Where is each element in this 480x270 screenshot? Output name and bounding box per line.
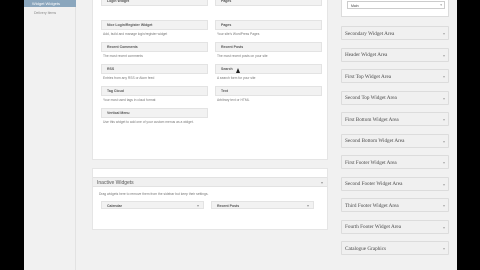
widget-area-title: First Footer Widget Area	[345, 159, 397, 166]
widget-area-title: Third Footer Widget Area	[345, 202, 399, 209]
widget-areas-column: Main ▾ Secondary Widget Area ▾ Header Widg…	[341, 0, 449, 270]
triangle-down-icon[interactable]: ▾	[443, 53, 445, 58]
available-widgets-panel: Login Widget Pages Nice Login/Register Wid…	[92, 0, 328, 160]
widget-area-title: Fourth Footer Widget Area	[345, 224, 402, 230]
widget-area-title: Catalogue Graphics	[345, 245, 387, 252]
widget-area[interactable]: Second Top Widget Area ▾	[341, 90, 449, 105]
wordpress-widgets-screen: Widget Widgets Delivery Items Login Widg…	[24, 0, 457, 270]
triangle-down-icon[interactable]: ▾	[443, 203, 445, 208]
widget-area[interactable]: Second Bottom Widget Area ▾	[341, 133, 449, 148]
widget-area-title: Second Top Widget Area	[345, 95, 397, 101]
available-widget[interactable]: Text	[215, 86, 322, 96]
widget-description: Add, build and manage login/register wid…	[103, 32, 168, 36]
mouse-pointer-icon	[236, 68, 240, 73]
widget-title: RSS	[107, 67, 115, 71]
widget-title: Login Widget	[107, 0, 130, 3]
widget-description: The most recent posts on your site	[217, 54, 268, 58]
triangle-down-icon[interactable]: ▾	[443, 160, 445, 165]
inactive-widget-calendar[interactable]: Calendar ▾	[101, 201, 204, 209]
inactive-widget-recent-posts[interactable]: Recent Posts ▾	[211, 201, 314, 209]
widget-description: The most recent comments	[103, 54, 143, 58]
inactive-widgets-description: Drag widgets here to remove them from th…	[99, 192, 209, 196]
available-widget[interactable]: Search	[215, 64, 322, 74]
widget-area[interactable]: First Top Widget Area ▾	[341, 69, 449, 83]
inactive-widgets-header[interactable]: Inactive Widgets ▾	[93, 177, 327, 187]
widget-area[interactable]: First Bottom Widget Area ▾	[341, 112, 449, 126]
widget-title: Text	[221, 89, 228, 93]
widget-area[interactable]: Third Footer Widget Area ▾	[341, 198, 449, 212]
triangle-down-icon[interactable]: ▾	[443, 246, 445, 251]
admin-menu-current-item[interactable]: Widget Widgets	[24, 0, 76, 7]
menu-select-value: Main	[351, 3, 359, 8]
triangle-down-icon[interactable]: ▾	[443, 117, 445, 122]
inactive-widgets-panel: Inactive Widgets ▾ Drag widgets here to …	[92, 168, 328, 230]
widget-area-title: Second Footer Widget Area	[345, 181, 403, 187]
widget-title: Search	[221, 67, 233, 71]
widget-area[interactable]: Fourth Footer Widget Area ▾	[341, 219, 449, 234]
triangle-down-icon[interactable]: ▾	[197, 203, 199, 208]
menu-widget-box: Main ▾	[341, 0, 449, 17]
available-widget[interactable]: Nice Login/Register Widget	[101, 20, 208, 30]
widget-title: Calendar	[107, 203, 122, 208]
widget-area-title: First Bottom Widget Area	[345, 116, 399, 123]
widget-title: Recent Comments	[107, 45, 138, 49]
widget-area-title: First Top Widget Area	[345, 73, 392, 80]
widget-area[interactable]: Second Footer Widget Area ▾	[341, 176, 449, 191]
widget-title: Recent Posts	[221, 45, 244, 49]
widget-description: Entries from any RSS or Atom feed	[103, 76, 155, 80]
admin-menu-submenu-item[interactable]: Delivery Items	[34, 11, 56, 15]
available-widget[interactable]: Pages	[215, 0, 322, 6]
widget-area[interactable]: Header Widget Area ▾	[341, 47, 449, 62]
widget-description: Your site's WordPress Pages	[217, 32, 260, 36]
available-widget[interactable]: Recent Posts	[215, 42, 322, 52]
widget-description: Your most used tags in cloud format	[103, 98, 156, 102]
widget-title: Nice Login/Register Widget	[107, 23, 153, 27]
widget-title: Vertical Menu	[107, 111, 130, 115]
widget-area[interactable]: First Footer Widget Area ▾	[341, 155, 449, 169]
triangle-down-icon[interactable]: ▾	[443, 31, 445, 36]
widget-description: Use this widget to add one of your custo…	[103, 120, 194, 124]
triangle-down-icon[interactable]: ▾	[443, 182, 445, 187]
triangle-down-icon[interactable]: ▾	[443, 139, 445, 144]
widget-area-title: Secondary Widget Area	[345, 30, 395, 37]
triangle-down-icon[interactable]: ▾	[443, 96, 445, 101]
widget-area-title: Header Widget Area	[345, 52, 388, 58]
widget-area[interactable]: Catalogue Graphics ▾	[341, 241, 449, 255]
widget-description: Arbitrary text or HTML	[217, 98, 250, 102]
triangle-down-icon[interactable]: ▾	[321, 180, 323, 185]
widget-area[interactable]: Secondary Widget Area ▾	[341, 26, 449, 40]
widget-title: Pages	[221, 0, 232, 3]
available-widget[interactable]: Pages	[215, 20, 322, 30]
widget-title: Pages	[221, 23, 232, 27]
available-widget[interactable]: Login Widget	[101, 0, 208, 6]
available-widget[interactable]: Tag Cloud	[101, 86, 208, 96]
available-widget[interactable]: RSS	[101, 64, 208, 74]
inactive-widgets-title: Inactive Widgets	[97, 180, 134, 186]
chevron-down-icon: ▾	[440, 3, 442, 7]
widget-area-title: Second Bottom Widget Area	[345, 138, 405, 144]
triangle-down-icon[interactable]: ▾	[443, 74, 445, 79]
admin-menu: Widget Widgets Delivery Items	[24, 0, 76, 270]
triangle-down-icon[interactable]: ▾	[443, 225, 445, 230]
triangle-down-icon[interactable]: ▾	[307, 203, 309, 208]
menu-select[interactable]: Main ▾	[347, 1, 445, 9]
available-widget[interactable]: Vertical Menu	[101, 108, 208, 118]
widget-description: A search form for your site	[217, 76, 256, 80]
available-widget[interactable]: Recent Comments	[101, 42, 208, 52]
widget-title: Tag Cloud	[107, 89, 124, 93]
widget-title: Recent Posts	[217, 203, 240, 208]
